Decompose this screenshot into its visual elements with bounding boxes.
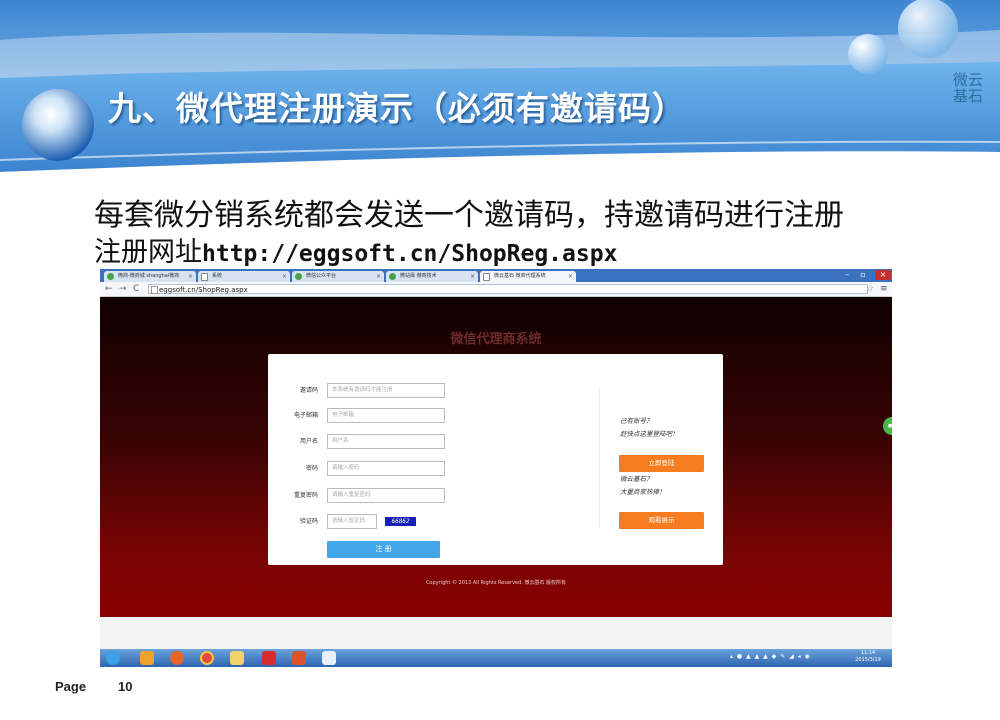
- login-hint-text: 赶快点这里登陆吧！: [620, 430, 679, 438]
- url-prefix: 注册网址: [94, 237, 202, 268]
- copyright-text: Copyright © 2013 All Rights Reserved. 微云…: [425, 580, 567, 586]
- app-icon[interactable]: [140, 651, 154, 665]
- browser-tab-bar: 微商-微商城 shanghai微商 × 系统 × 微信公众平台 × 微站缘 微商…: [100, 269, 892, 282]
- page-icon: [151, 286, 158, 294]
- page-footer-label: Page: [55, 679, 87, 694]
- bookmark-star-icon[interactable]: ☆: [866, 283, 874, 295]
- brand-hint-text: 大量商家热捧！: [620, 488, 666, 496]
- site-title: 微信代理商系统: [450, 332, 542, 347]
- demo-button[interactable]: 观看展示: [619, 512, 704, 529]
- address-text: eggsoft.cn/ShopReg.aspx: [159, 286, 248, 294]
- folder-icon[interactable]: [230, 651, 244, 665]
- windows-taskbar: ▴ ● ▲ ▲ ▲ ◆ ✎ ◢ ◂ ◉ 11:14 2015/3/19: [100, 649, 892, 667]
- wechat-icon: [295, 273, 302, 280]
- password-label: 密码: [305, 465, 318, 472]
- tab-close-icon[interactable]: ×: [470, 271, 475, 282]
- captcha-input[interactable]: 请输入验证码: [327, 514, 377, 529]
- email-label: 电子邮箱: [293, 412, 318, 419]
- brand-logo: 微云 基石: [953, 72, 997, 104]
- registration-panel: 邀请码 本系统有邀请码才能注册 电子邮箱 电子邮箱 用户名 用户名 密码 请输入…: [268, 354, 723, 565]
- tab-close-icon[interactable]: ×: [188, 271, 193, 282]
- registration-url[interactable]: http://eggsoft.cn/ShopReg.aspx: [202, 241, 617, 267]
- tab-label: 系统: [212, 273, 223, 279]
- tab-label: 微站缘 微商技术: [400, 273, 437, 279]
- maximize-icon[interactable]: ▫: [856, 270, 870, 280]
- browser-menu-icon[interactable]: ≡: [880, 283, 888, 295]
- have-account-text: 已有账号？: [620, 417, 653, 425]
- logo-line-2: 基石: [953, 87, 984, 105]
- tab-close-icon[interactable]: ×: [376, 271, 381, 282]
- tab-close-icon[interactable]: ×: [282, 271, 287, 282]
- captcha-label: 验证码: [299, 518, 318, 525]
- browser-tab-4[interactable]: 微站缘 微商技术 ×: [386, 271, 478, 282]
- document-icon: [201, 273, 208, 281]
- chrome-icon[interactable]: [200, 651, 214, 665]
- clock-time: 11:14: [860, 650, 876, 656]
- browser-screenshot: 微商-微商城 shanghai微商 × 系统 × 微信公众平台 × 微站缘 微商…: [100, 269, 892, 667]
- firefox-icon[interactable]: [170, 651, 184, 665]
- page-blank-area: [100, 617, 892, 649]
- tab-label: 微云基石 微商代理系统: [494, 273, 546, 279]
- powerpoint-icon[interactable]: [292, 651, 306, 665]
- share-float-icon[interactable]: ●: [883, 417, 892, 435]
- browser-tab-3[interactable]: 微信公众平台 ×: [292, 271, 384, 282]
- wechat-icon: [107, 273, 114, 280]
- window-close-button[interactable]: ×: [875, 270, 891, 280]
- username-input[interactable]: 用户名: [327, 434, 445, 449]
- pdf-icon[interactable]: [262, 651, 276, 665]
- email-input[interactable]: 电子邮箱: [327, 408, 445, 423]
- invite-code-input[interactable]: 本系统有邀请码才能注册: [327, 383, 445, 398]
- repeat-password-input[interactable]: 请输入重复密码: [327, 488, 445, 503]
- invite-label: 邀请码: [299, 387, 318, 394]
- address-input[interactable]: eggsoft.cn/ShopReg.aspx: [148, 284, 868, 294]
- browser-tab-active[interactable]: 微云基石 微商代理系统 ×: [480, 271, 576, 282]
- password-input[interactable]: 请输入密码: [327, 461, 445, 476]
- tab-label: 微信公众平台: [306, 273, 337, 279]
- body-text-line-2: 注册网址http://eggsoft.cn/ShopReg.aspx: [94, 230, 617, 269]
- document-icon: [483, 273, 490, 281]
- taskbar-clock[interactable]: 11:14 2015/3/19: [848, 650, 888, 664]
- logo-line-1: 微云: [953, 71, 984, 89]
- register-button[interactable]: 注 册: [327, 541, 440, 558]
- clock-date: 2015/3/19: [855, 657, 881, 663]
- browser-tab-1[interactable]: 微商-微商城 shanghai微商 ×: [104, 271, 196, 282]
- forward-arrow-icon[interactable]: →: [119, 283, 127, 295]
- login-button[interactable]: 立即登陆: [619, 455, 704, 472]
- back-arrow-icon[interactable]: ←: [105, 283, 113, 295]
- page-number: 10: [118, 679, 133, 694]
- body-text-line-1: 每套微分销系统都会发送一个邀请码，持邀请码进行注册: [94, 198, 844, 233]
- username-label: 用户名: [299, 438, 318, 445]
- slide-title: 九、微代理注册演示（必须有邀请码）: [108, 89, 686, 128]
- repeat-password-label: 重复密码: [293, 492, 318, 499]
- tab-label: 微商-微商城 shanghai微商: [118, 273, 180, 279]
- browser-tab-2[interactable]: 系统 ×: [198, 271, 290, 282]
- minimize-icon[interactable]: –: [840, 270, 854, 280]
- system-tray-icons[interactable]: ▴ ● ▲ ▲ ▲ ◆ ✎ ◢ ◂ ◉: [730, 653, 811, 660]
- browser-address-bar: ← → C eggsoft.cn/ShopReg.aspx ☆ ≡: [100, 282, 892, 297]
- brand-question-text: 微云基石？: [620, 475, 653, 483]
- start-button-icon[interactable]: [106, 651, 120, 665]
- panel-divider: [599, 388, 600, 528]
- captcha-image[interactable]: 66862: [385, 517, 416, 526]
- slide-header: 九、微代理注册演示（必须有邀请码） 微云 基石: [0, 0, 1000, 190]
- reload-icon[interactable]: C: [133, 283, 139, 295]
- registration-page: 微信代理商系统 邀请码 本系统有邀请码才能注册 电子邮箱 电子邮箱 用户名 用户…: [100, 297, 892, 617]
- wechat-icon: [389, 273, 396, 280]
- tab-close-icon[interactable]: ×: [568, 271, 573, 282]
- visio-icon[interactable]: [322, 651, 336, 665]
